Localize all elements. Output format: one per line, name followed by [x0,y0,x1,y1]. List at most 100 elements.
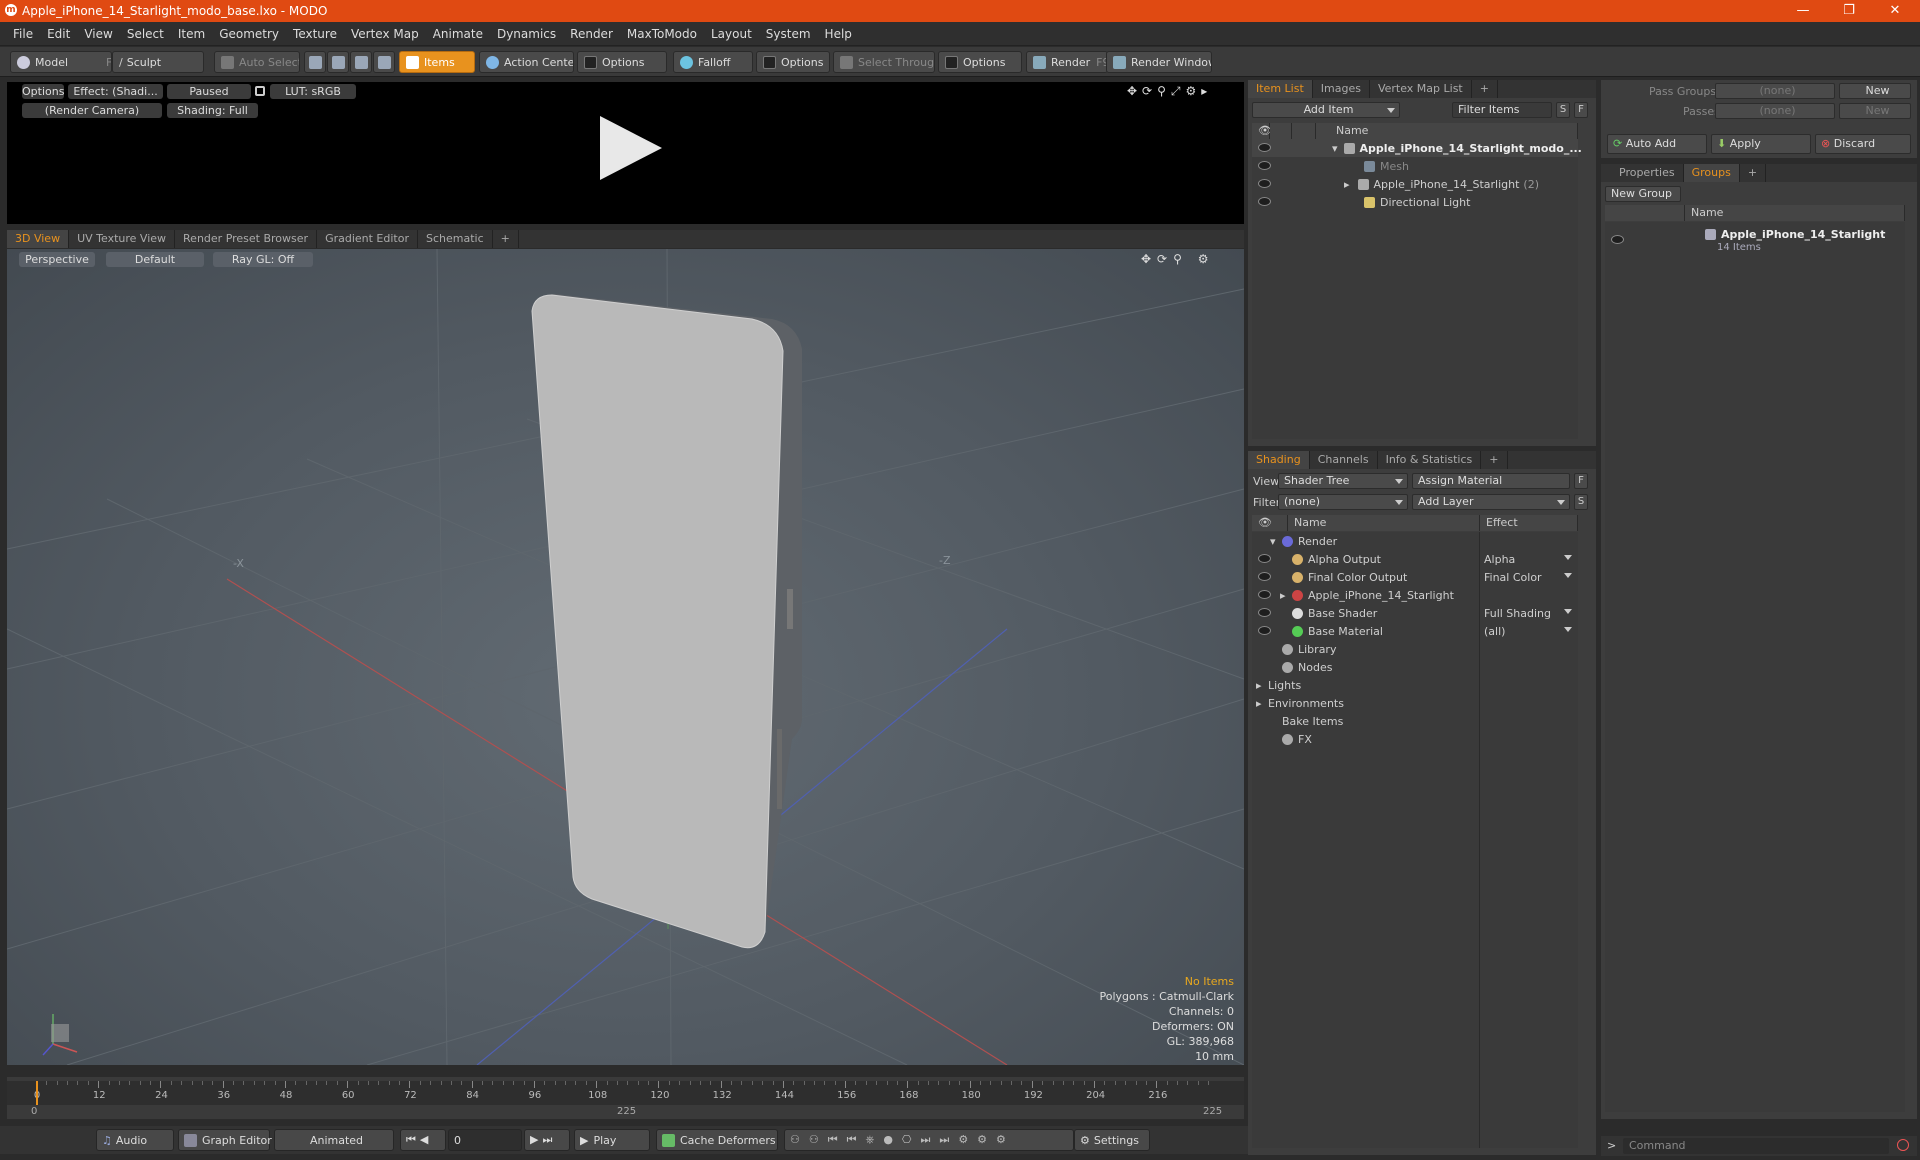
expander-icon[interactable]: ▸ [1256,697,1262,710]
apply-button[interactable]: ⬇ Apply [1711,134,1811,154]
passes-dropdown[interactable]: (none) [1715,103,1835,119]
menu-animate[interactable]: Animate [426,27,490,41]
lut-dropdown[interactable]: LUT: sRGB [270,84,356,99]
shader-row[interactable]: FX [1252,730,1578,748]
eye-icon[interactable] [1258,554,1271,563]
menu-dynamics[interactable]: Dynamics [490,27,563,41]
sculpt-mode-button[interactable]: / Sculpt [112,51,204,73]
expander-icon[interactable]: ▸ [1256,679,1262,692]
animated-dropdown[interactable]: Animated [274,1129,394,1151]
add-item-dropdown[interactable]: Add Item [1252,102,1400,118]
current-frame-field[interactable]: 0 [448,1129,522,1151]
tab-item-list[interactable]: Item List [1248,80,1313,98]
eye-icon[interactable] [1258,572,1271,581]
menu-geometry[interactable]: Geometry [212,27,286,41]
filter-items-input[interactable]: Filter Items [1452,102,1552,118]
action-center-button[interactable]: Action Center [479,51,574,73]
s-toggle[interactable]: S [1574,494,1588,510]
menu-edit[interactable]: Edit [40,27,77,41]
tab-shading[interactable]: Shading [1248,451,1310,469]
items-mode-button[interactable]: Items [399,51,475,73]
skip-back-buttons[interactable]: ⏮◀ [400,1129,446,1151]
shader-row[interactable]: Base Material (all) [1252,622,1578,640]
item-row-light[interactable]: Directional Light [1252,193,1578,211]
menu-select[interactable]: Select [120,27,171,41]
ray-gl-dropdown[interactable]: Ray GL: Off [213,252,313,267]
menu-file[interactable]: File [6,27,40,41]
play-button[interactable]: ▶ Play [574,1129,650,1151]
effect-dropdown[interactable]: (all) [1484,625,1576,638]
menu-item[interactable]: Item [171,27,212,41]
menu-render[interactable]: Render [563,27,620,41]
effect-dropdown[interactable]: Effect: (Shadi... [68,84,163,99]
graph-editor-button[interactable]: Graph Editor [178,1129,272,1151]
auto-add-button[interactable]: ⟳ Auto Add [1607,134,1707,154]
shader-row[interactable]: Bake Items [1252,712,1578,730]
tab-channels[interactable]: Channels [1310,451,1378,469]
item-row-mesh[interactable]: Mesh [1252,157,1578,175]
shader-row[interactable]: Final Color Output Final Color [1252,568,1578,586]
shader-row[interactable]: ▸ Lights [1252,676,1578,694]
lock-icon[interactable] [255,86,265,96]
settings-button[interactable]: ⚙ Settings [1074,1129,1150,1151]
shading-dropdown[interactable]: Shading: Full [167,103,258,118]
new-pass-group-button[interactable]: New [1839,83,1911,99]
default-style-dropdown[interactable]: Default [106,252,204,267]
perspective-dropdown[interactable]: Perspective [19,252,95,267]
menu-system[interactable]: System [759,27,818,41]
key-tools-group[interactable]: ⚇⚇⏮⏮⎈●⎔⏭⏭⚙⚙⚙ [784,1129,1074,1151]
shader-row[interactable]: ▾ Render [1252,532,1578,550]
timeline[interactable]: 0 12 24 36 48 60 72 84 96 108 120 132 144 156 168 180 19… [7,1077,1244,1119]
model-mode-button[interactable]: ModelF2 [10,51,112,73]
eye-icon[interactable] [1258,197,1271,206]
tab-3d-view[interactable]: 3D View [7,230,70,248]
f-toggle[interactable]: F [1574,473,1588,489]
add-tab-button[interactable]: + [1740,164,1767,182]
menu-help[interactable]: Help [818,27,859,41]
add-tab-button[interactable]: + [1481,451,1508,469]
falloff-button[interactable]: Falloff [673,51,753,73]
tab-vertex-map-list[interactable]: Vertex Map List [1370,80,1472,98]
tab-properties[interactable]: Properties [1611,164,1684,182]
tab-info-statistics[interactable]: Info & Statistics [1378,451,1482,469]
eye-icon[interactable] [1258,143,1271,152]
shader-row[interactable]: Nodes [1252,658,1578,676]
add-tab-button[interactable]: + [1472,80,1498,98]
phone-model[interactable] [531,294,802,949]
timeline-ruler[interactable]: 0122436486072849610812013214415616818019… [7,1081,1244,1105]
eye-icon[interactable] [1258,161,1271,170]
menu-maxtomodo[interactable]: MaxToModo [620,27,704,41]
time-cursor[interactable] [36,1081,38,1105]
select-through-options-button[interactable]: Options [938,51,1022,73]
minimize-button[interactable]: — [1780,0,1826,22]
3d-viewport[interactable]: -X -Z Perspective Default Ray GL: Off ✥⟳… [7,249,1244,1065]
audio-button[interactable]: ♫ Audio [96,1129,174,1151]
render-options-button[interactable]: Options [22,84,64,99]
shader-row[interactable]: Base Shader Full Shading [1252,604,1578,622]
eye-icon[interactable] [1258,590,1271,599]
item-row-scene[interactable]: ▾ Apple_iPhone_14_Starlight_modo_... [1252,139,1582,157]
filter-dropdown[interactable]: (none) [1278,494,1408,510]
tab-uv-texture-view[interactable]: UV Texture View [69,230,176,248]
pass-groups-dropdown[interactable]: (none) [1715,83,1835,99]
menu-view[interactable]: View [77,27,119,41]
close-button[interactable]: ✕ [1872,0,1918,22]
add-layer-dropdown[interactable]: Add Layer [1412,494,1570,510]
effect-dropdown[interactable]: Alpha [1484,553,1576,566]
shader-row[interactable]: Alpha Output Alpha [1252,550,1578,568]
falloff-options-button[interactable]: Options [756,51,830,73]
effect-dropdown[interactable]: Full Shading [1484,607,1576,620]
auto-select-button[interactable]: Auto Select [214,51,300,73]
tab-schematic[interactable]: Schematic [418,230,493,248]
assign-material-button[interactable]: Assign Material [1412,473,1570,489]
new-pass-button[interactable]: New [1839,103,1911,119]
menu-layout[interactable]: Layout [704,27,759,41]
command-input[interactable]: Command [1623,1138,1889,1154]
maximize-button[interactable]: ❐ [1826,0,1872,22]
render-view-controls[interactable]: ✥⟳⚲⤢⚙▸ [1127,84,1212,99]
skip-forward-buttons[interactable]: ▶⏭ [524,1129,570,1151]
eye-icon[interactable] [1258,626,1271,635]
expander-icon[interactable]: ▾ [1270,535,1276,548]
shader-row[interactable]: ▸ Apple_iPhone_14_Starlight [1252,586,1578,604]
select-through-button[interactable]: Select Through [833,51,935,73]
